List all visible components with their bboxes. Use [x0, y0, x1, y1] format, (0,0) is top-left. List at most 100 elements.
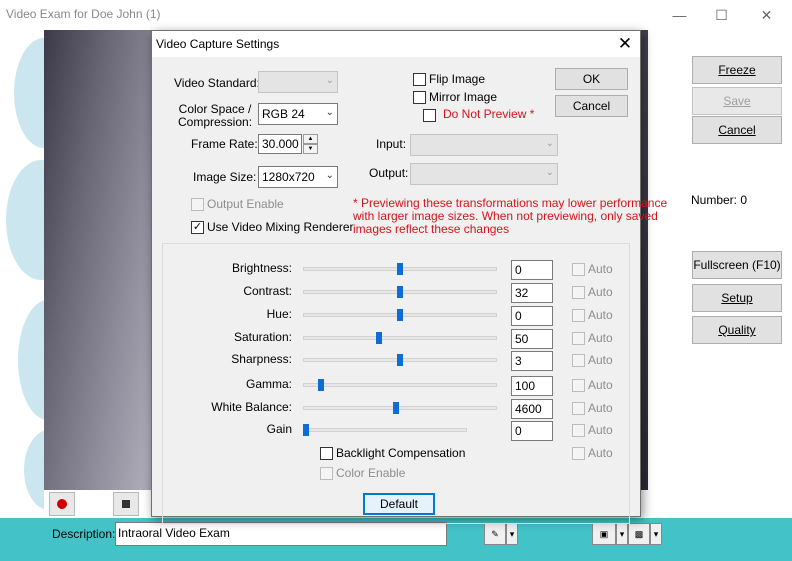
slider-thumb[interactable] [397, 354, 403, 366]
minimize-button[interactable]: — [657, 0, 702, 30]
slider-label: Gamma: [245, 377, 292, 391]
freeze-button[interactable]: Freeze [692, 56, 782, 84]
dialog-close-button[interactable]: ✕ [610, 31, 640, 57]
slider-label: Contrast: [243, 284, 292, 298]
chevron-down-icon[interactable]: ▾ [650, 523, 662, 545]
minimize-icon: — [672, 7, 687, 23]
video-standard-select[interactable]: ⌄ [258, 71, 338, 93]
chevron-down-icon[interactable]: ▾ [616, 523, 628, 545]
monitor-icon[interactable]: ▩ [628, 523, 650, 545]
checkmark-icon: ✓ [192, 221, 203, 233]
bubble-shape [24, 430, 44, 510]
auto-checkbox[interactable] [572, 424, 585, 437]
slider-label: Saturation: [233, 330, 292, 344]
slider-thumb[interactable] [397, 286, 403, 298]
slider-thumb[interactable] [397, 309, 403, 321]
video-standard-label: Video Standard: [174, 76, 260, 90]
color-space-select[interactable]: RGB 24 ⌄ [258, 103, 338, 125]
preview-note-line3: images reflect these changes [353, 222, 510, 236]
frame-rate-input[interactable]: 30.000 [258, 134, 302, 154]
auto-label: Auto [588, 378, 613, 392]
chevron-down-icon: ⌄ [325, 107, 334, 118]
auto-checkbox[interactable] [572, 332, 585, 345]
quality-button[interactable]: Quality [692, 316, 782, 344]
slider-thumb[interactable] [376, 332, 382, 344]
slider-value-input[interactable]: 4600 [511, 399, 553, 419]
cancel-button[interactable]: Cancel [692, 116, 782, 144]
setup-button[interactable]: Setup [692, 284, 782, 312]
ok-button[interactable]: OK [555, 68, 628, 90]
slider-thumb[interactable] [393, 402, 399, 414]
spin-down-icon[interactable]: ▼ [303, 144, 318, 154]
slider-track[interactable] [303, 428, 467, 432]
input-select[interactable]: ⌄ [410, 134, 558, 156]
slider-track[interactable] [303, 336, 497, 340]
slider-value-input[interactable]: 0 [511, 260, 553, 280]
slider-thumb[interactable] [318, 379, 324, 391]
auto-label: Auto [588, 353, 613, 367]
record-icon [57, 499, 67, 509]
stop-icon [122, 500, 130, 508]
video-capture-settings-dialog: Video Capture Settings ✕ Video Standard:… [151, 30, 667, 524]
spin-up-icon[interactable]: ▲ [303, 134, 318, 144]
maximize-button[interactable]: ☐ [699, 0, 744, 30]
close-icon: ✕ [760, 6, 773, 23]
do-not-preview-checkbox[interactable] [423, 109, 436, 122]
chevron-down-icon: ⌄ [545, 138, 554, 149]
auto-label: Auto [588, 285, 613, 299]
slider-value-input[interactable]: 0 [511, 306, 553, 326]
mirror-image-checkbox[interactable] [413, 91, 426, 104]
backlight-auto-checkbox[interactable] [572, 447, 585, 460]
auto-checkbox[interactable] [572, 379, 585, 392]
use-vmr-label: Use Video Mixing Renderer [207, 220, 354, 234]
close-window-button[interactable]: ✕ [744, 0, 789, 30]
chevron-down-icon: ⌄ [545, 167, 554, 178]
slider-value-input[interactable]: 32 [511, 283, 553, 303]
camera-icon[interactable]: ▣ [592, 523, 616, 545]
main-window-titlebar: Video Exam for Doe John (1) — ☐ ✕ [0, 0, 792, 30]
maximize-icon: ☐ [715, 6, 728, 23]
backlight-compensation-checkbox[interactable] [320, 447, 333, 460]
slider-value-input[interactable]: 3 [511, 351, 553, 371]
auto-checkbox[interactable] [572, 309, 585, 322]
dialog-cancel-button[interactable]: Cancel [555, 95, 628, 117]
default-button[interactable]: Default [363, 493, 435, 515]
slider-label: Brightness: [231, 261, 292, 275]
slider-label: Gain [266, 422, 292, 436]
use-vmr-checkbox[interactable]: ✓ [191, 221, 204, 234]
auto-checkbox[interactable] [572, 263, 585, 276]
color-space-label: Color Space / Compression: [178, 103, 252, 129]
background-decoration [0, 30, 44, 520]
bubble-shape [14, 38, 44, 148]
backlight-auto-label: Auto [588, 446, 613, 460]
auto-checkbox[interactable] [572, 354, 585, 367]
flip-image-label: Flip Image [429, 72, 486, 86]
chevron-down-icon: ⌄ [325, 75, 334, 86]
slider-value-input[interactable]: 100 [511, 376, 553, 396]
bubble-shape [6, 160, 44, 280]
output-enable-checkbox[interactable] [191, 198, 204, 211]
annotate-icon[interactable]: ✎ [484, 523, 506, 545]
auto-checkbox[interactable] [572, 286, 585, 299]
slider-thumb[interactable] [397, 263, 403, 275]
description-input[interactable]: Intraoral Video Exam [115, 522, 447, 546]
color-enable-checkbox[interactable] [320, 467, 333, 480]
record-button[interactable] [49, 492, 75, 516]
slider-track[interactable] [303, 383, 497, 387]
fullscreen-button[interactable]: Fullscreen (F10) [692, 251, 782, 279]
slider-value-input[interactable]: 0 [511, 421, 553, 441]
auto-label: Auto [588, 331, 613, 345]
chevron-down-icon[interactable]: ▾ [506, 523, 518, 545]
slider-value-input[interactable]: 50 [511, 329, 553, 349]
frame-rate-spinner[interactable]: ▲ ▼ [303, 134, 318, 154]
stop-button[interactable] [113, 492, 139, 516]
flip-image-checkbox[interactable] [413, 73, 426, 86]
slider-track[interactable] [303, 406, 497, 410]
image-size-select[interactable]: 1280x720 ⌄ [258, 166, 338, 188]
output-select[interactable]: ⌄ [410, 163, 558, 185]
slider-thumb[interactable] [303, 424, 309, 436]
auto-label: Auto [588, 262, 613, 276]
save-button[interactable]: Save [692, 87, 782, 115]
auto-checkbox[interactable] [572, 402, 585, 415]
auto-label: Auto [588, 423, 613, 437]
